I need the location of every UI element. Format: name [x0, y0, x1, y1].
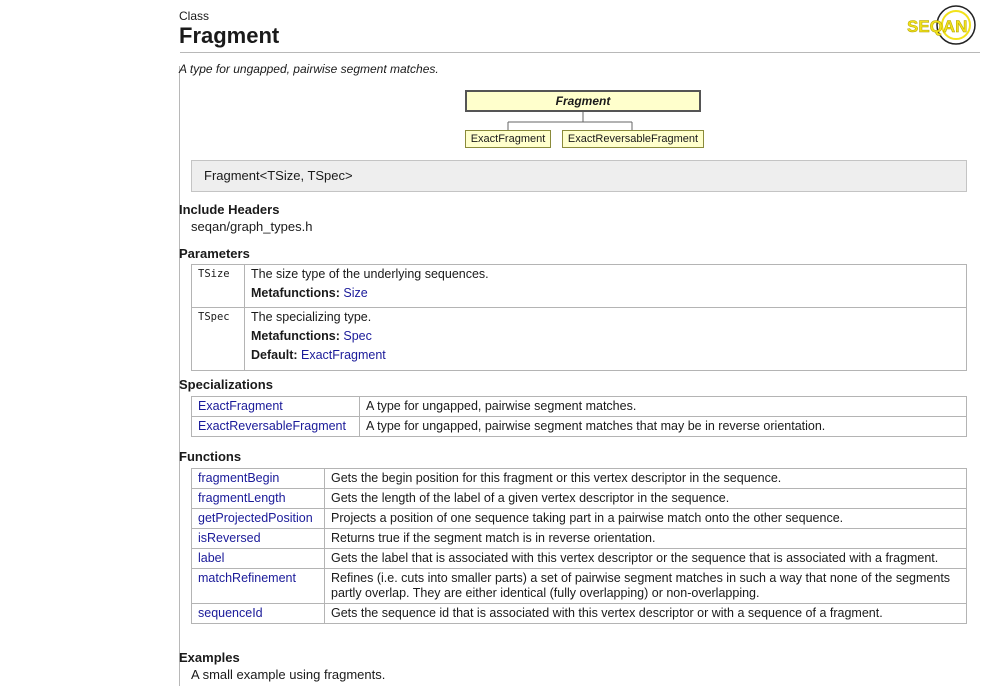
function-link-matchrefinement[interactable]: matchRefinement — [198, 571, 296, 585]
include-file: seqan/graph_types.h — [191, 219, 313, 234]
specialization-link-exactreversablefragment[interactable]: ExactReversableFragment — [198, 419, 346, 433]
function-description: Gets the label that is associated with t… — [324, 548, 967, 569]
table-row: TSize The size type of the underlying se… — [191, 264, 967, 308]
table-row: fragmentBegin Gets the begin position fo… — [191, 468, 967, 489]
functions-heading: Functions — [179, 449, 242, 464]
left-rule — [179, 66, 180, 686]
header-rule — [180, 52, 980, 53]
param-name: TSpec — [191, 307, 245, 371]
examples-text: A small example using fragments. — [191, 667, 386, 682]
specialization-link-exactfragment[interactable]: ExactFragment — [198, 399, 283, 413]
function-description: Gets the begin position for this fragmen… — [324, 468, 967, 489]
page-kind: Class — [179, 9, 210, 23]
table-row: label Gets the label that is associated … — [191, 548, 967, 569]
table-row: isReversed Returns true if the segment m… — [191, 528, 967, 549]
function-name-cell: matchRefinement — [191, 568, 325, 604]
parameters-table: TSize The size type of the underlying se… — [191, 264, 967, 371]
function-link-sequenceid[interactable]: sequenceId — [198, 606, 263, 620]
table-row: sequenceId Gets the sequence id that is … — [191, 603, 967, 624]
param-desc-text: The size type of the underlying sequence… — [251, 267, 489, 281]
param-desc-text: The specializing type. — [251, 310, 372, 324]
logo-text: SEQAN — [907, 17, 967, 36]
specialization-description: A type for ungapped, pairwise segment ma… — [359, 396, 967, 417]
function-link-fragmentlength[interactable]: fragmentLength — [198, 491, 286, 505]
seqan-logo: SEQAN — [906, 5, 978, 47]
function-link-label[interactable]: label — [198, 551, 224, 565]
function-link-getprojectedposition[interactable]: getProjectedPosition — [198, 511, 313, 525]
function-link-isreversed[interactable]: isReversed — [198, 531, 261, 545]
include-headers-heading: Include Headers — [179, 202, 280, 217]
function-description: Projects a position of one sequence taki… — [324, 508, 967, 529]
class-hierarchy-diagram: Fragment ExactFragment ExactReversableFr… — [460, 90, 710, 150]
function-description: Returns true if the segment match is in … — [324, 528, 967, 549]
functions-table: fragmentBegin Gets the begin position fo… — [191, 468, 967, 624]
metafunction-link-spec[interactable]: Spec — [343, 329, 372, 343]
specializations-table: ExactFragment A type for ungapped, pairw… — [191, 396, 967, 437]
table-row: ExactReversableFragment A type for ungap… — [191, 416, 967, 437]
default-link-exactfragment[interactable]: ExactFragment — [301, 348, 386, 362]
function-description: Refines (i.e. cuts into smaller parts) a… — [324, 568, 967, 604]
function-name-cell: sequenceId — [191, 603, 325, 624]
function-description: Gets the sequence id that is associated … — [324, 603, 967, 624]
specialization-description: A type for ungapped, pairwise segment ma… — [359, 416, 967, 437]
metafunction-link-size[interactable]: Size — [343, 286, 367, 300]
param-description: The specializing type. Metafunctions: Sp… — [244, 307, 967, 371]
table-row: ExactFragment A type for ungapped, pairw… — [191, 396, 967, 417]
function-name-cell: isReversed — [191, 528, 325, 549]
function-name-cell: fragmentBegin — [191, 468, 325, 489]
diagram-child-exactreversablefragment[interactable]: ExactReversableFragment — [562, 130, 704, 148]
specializations-heading: Specializations — [179, 377, 273, 392]
metafunctions-label: Metafunctions: — [251, 329, 340, 343]
function-name-cell: fragmentLength — [191, 488, 325, 509]
class-summary: A type for ungapped, pairwise segment ma… — [179, 62, 439, 76]
default-label: Default: — [251, 348, 298, 362]
metafunctions-label: Metafunctions: — [251, 286, 340, 300]
function-name-cell: label — [191, 548, 325, 569]
page-title: Fragment — [179, 23, 280, 48]
table-row: TSpec The specializing type. Metafunctio… — [191, 307, 967, 371]
function-link-fragmentbegin[interactable]: fragmentBegin — [198, 471, 279, 485]
diagram-root-box: Fragment — [465, 90, 701, 112]
diagram-child-exactfragment[interactable]: ExactFragment — [465, 130, 551, 148]
param-name: TSize — [191, 264, 245, 308]
specialization-name-cell: ExactFragment — [191, 396, 360, 417]
table-row: matchRefinement Refines (i.e. cuts into … — [191, 568, 967, 604]
function-description: Gets the length of the label of a given … — [324, 488, 967, 509]
examples-heading: Examples — [179, 650, 240, 665]
parameters-heading: Parameters — [179, 246, 250, 261]
specialization-name-cell: ExactReversableFragment — [191, 416, 360, 437]
table-row: getProjectedPosition Projects a position… — [191, 508, 967, 529]
param-description: The size type of the underlying sequence… — [244, 264, 967, 308]
function-name-cell: getProjectedPosition — [191, 508, 325, 529]
table-row: fragmentLength Gets the length of the la… — [191, 488, 967, 509]
class-signature: Fragment<TSize, TSpec> — [191, 160, 967, 192]
